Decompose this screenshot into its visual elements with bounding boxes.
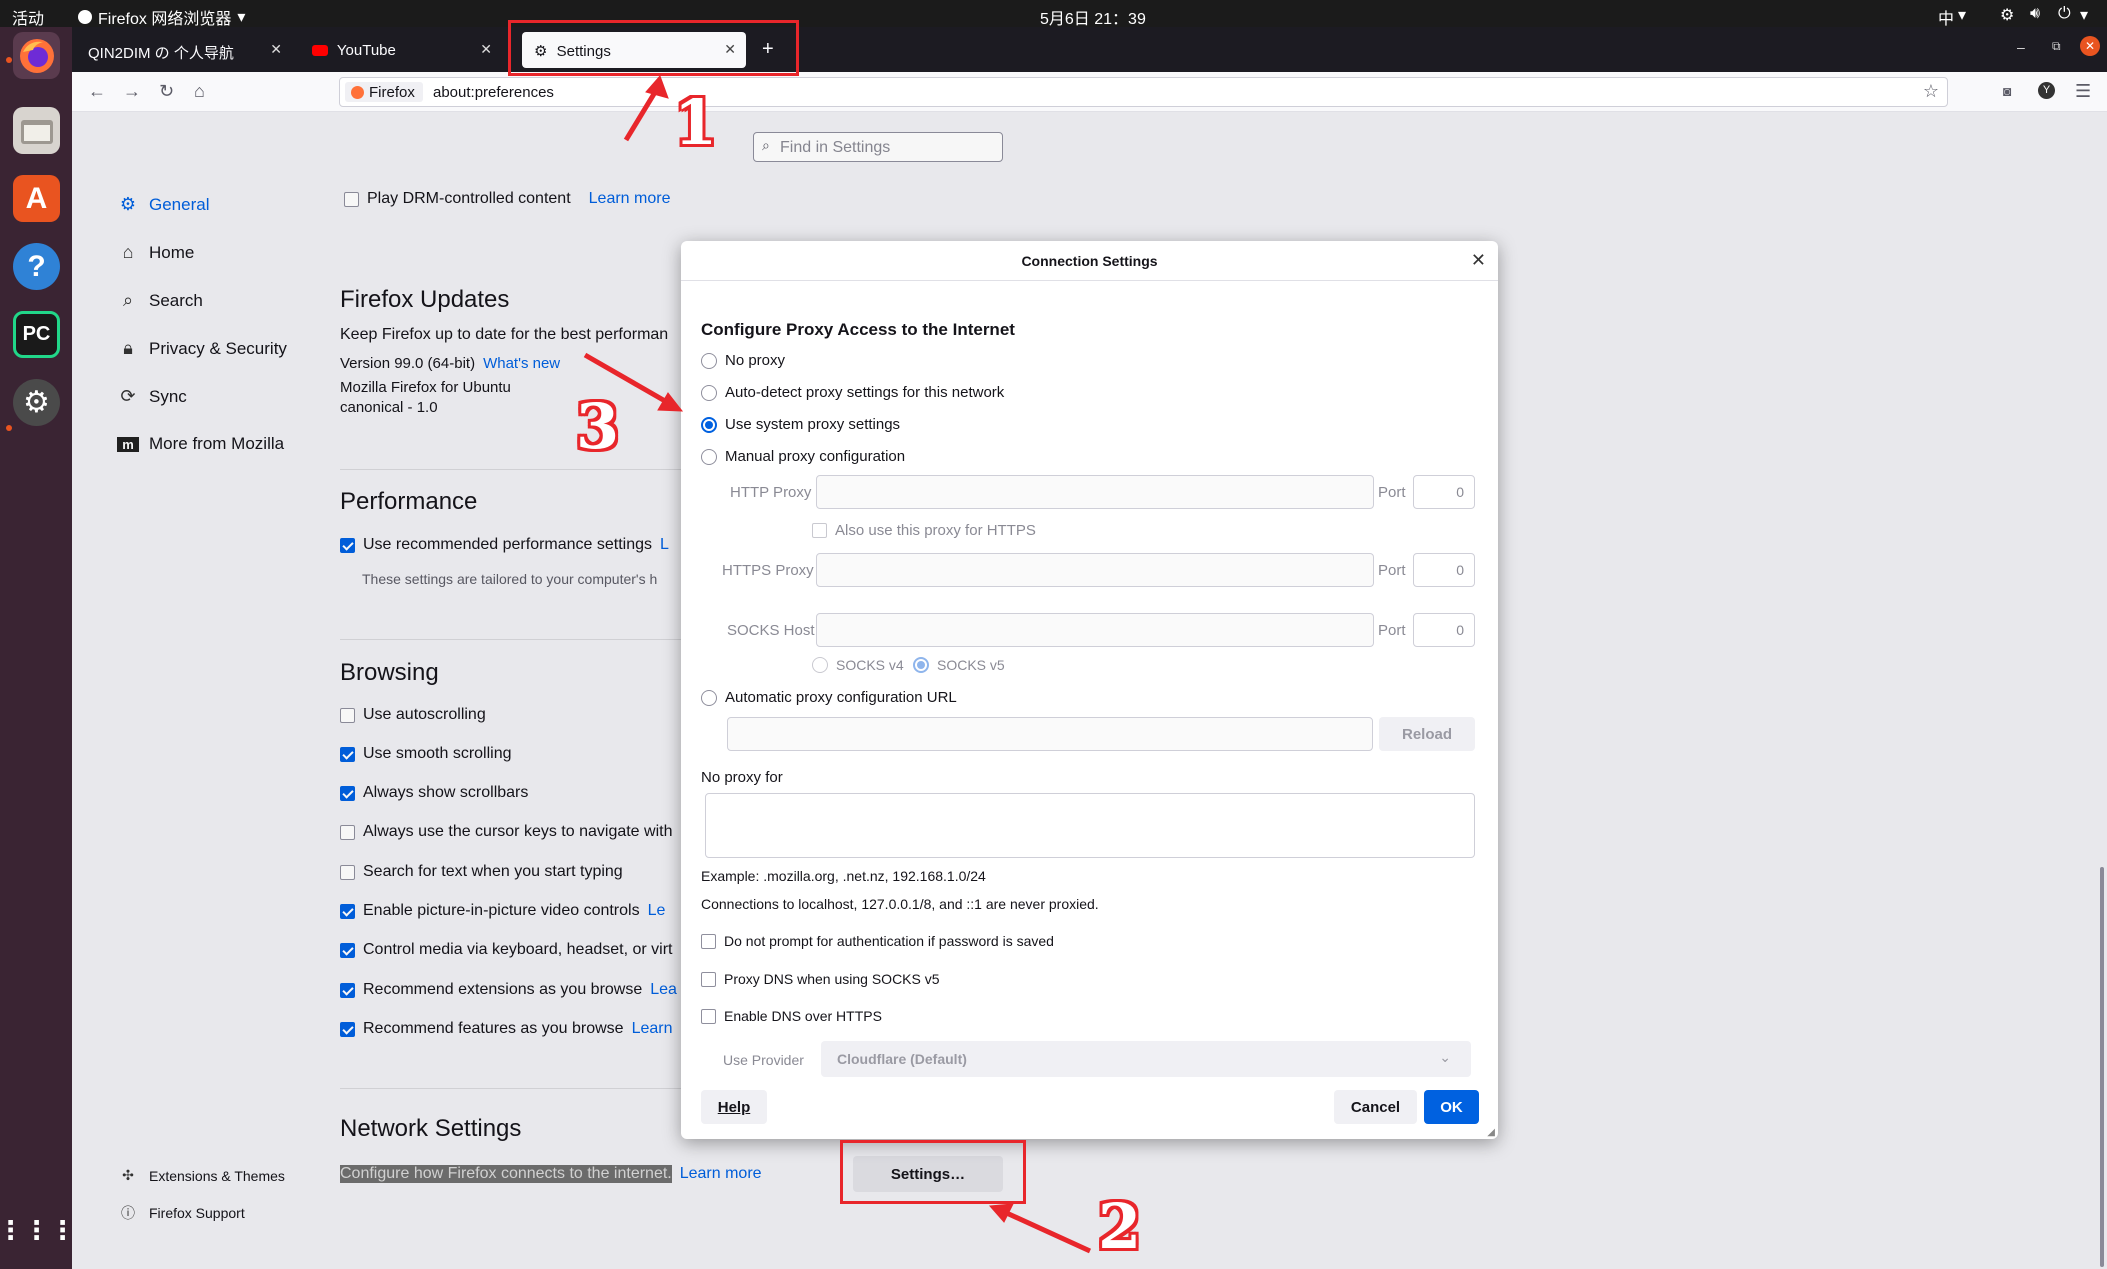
arrow-head-1 [645, 75, 669, 99]
arrow-head-3 [657, 392, 684, 412]
annotation-number-1: 1 [674, 86, 718, 159]
annotation-number-2: 2 [1098, 1190, 1142, 1263]
arrow-2 [998, 1207, 1092, 1254]
annotation-arrows [583, 75, 1092, 1254]
annotation-number-3: 3 [576, 390, 620, 463]
